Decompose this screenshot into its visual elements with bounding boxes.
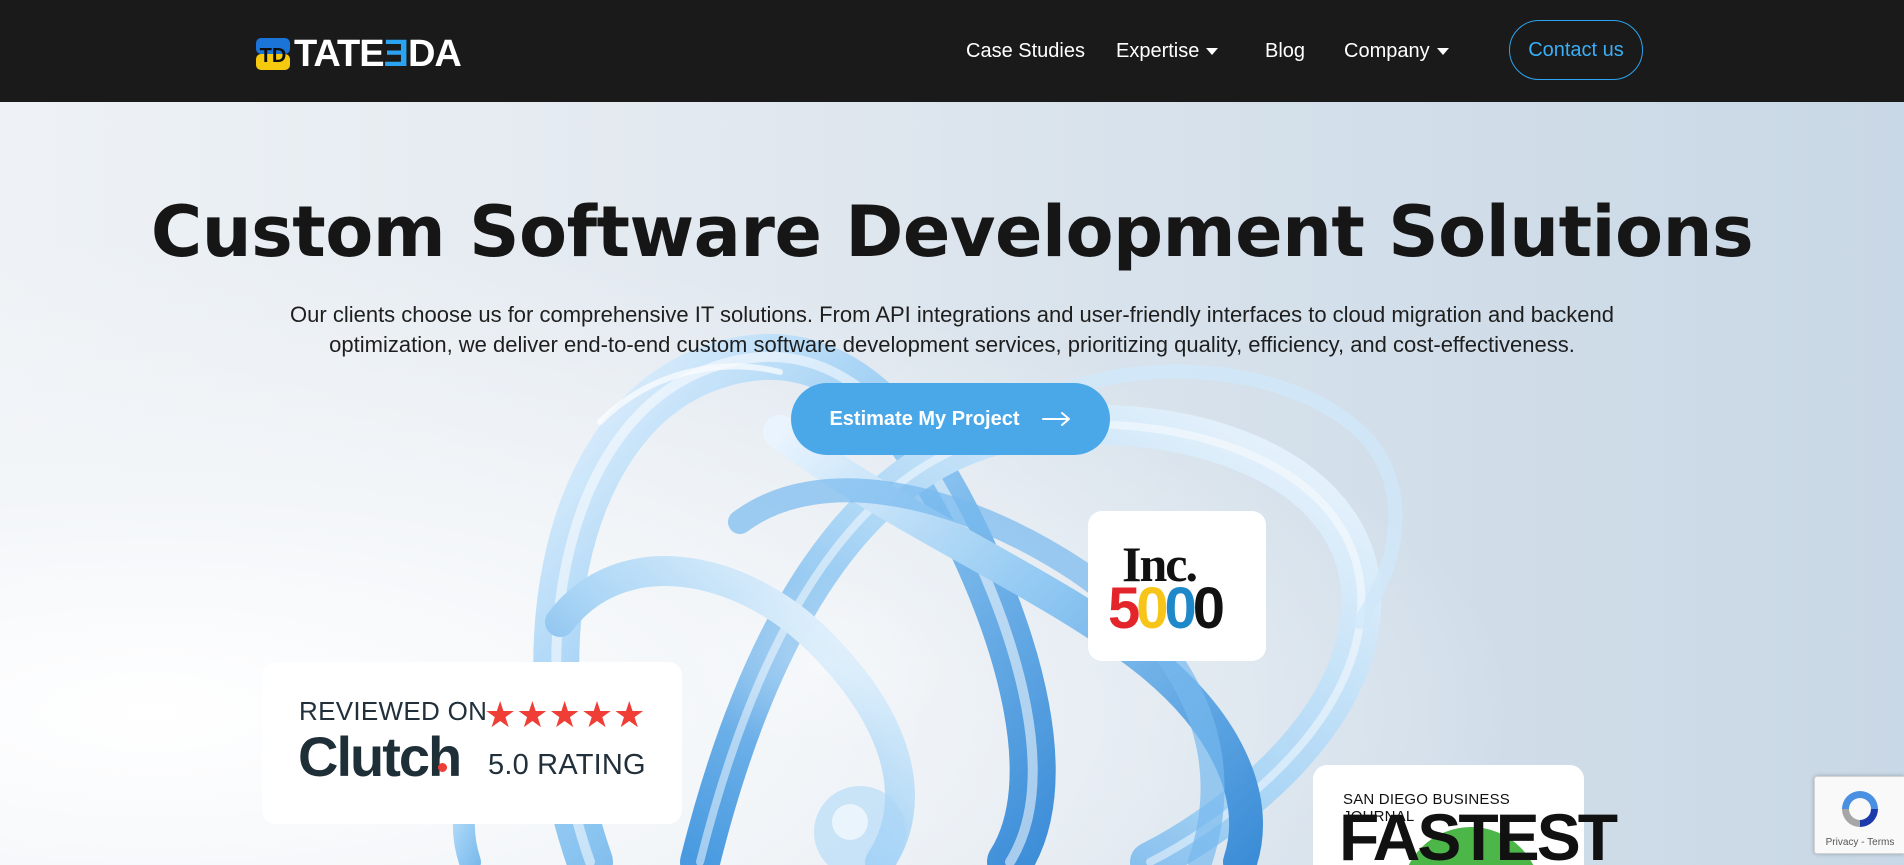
recaptcha-badge[interactable]: Privacy - Terms <box>1814 776 1904 854</box>
site-header: TD TATEƎDA Case Studies Expertise Blog C… <box>0 0 1904 102</box>
recaptcha-links[interactable]: Privacy - Terms <box>1815 837 1904 848</box>
contact-us-button[interactable]: Contact us <box>1509 20 1643 80</box>
clutch-rating-label: 5.0 RATING <box>488 749 646 781</box>
inc-5000-number: 5000 <box>1108 576 1225 641</box>
clutch-reviewed-label: REVIEWED ON <box>299 696 488 726</box>
logo-wordmark: TATEƎDA <box>294 33 462 75</box>
clutch-logo: Clutch <box>298 725 462 788</box>
caret-down-icon <box>1436 47 1449 55</box>
sdbj-fastest-label: FASTEST <box>1339 800 1618 865</box>
nav-company[interactable]: Company <box>1344 0 1449 102</box>
inc-5000-badge[interactable]: Inc. 5000 <box>1088 511 1266 661</box>
logo-mark-icon: TD <box>256 38 290 70</box>
hero-subtitle: Our clients choose us for comprehensive … <box>290 302 1614 357</box>
recaptcha-icon <box>1842 791 1878 827</box>
estimate-project-button[interactable]: Estimate My Project <box>791 383 1110 455</box>
star-icon: ★★★★★ <box>484 694 646 735</box>
hero-section: Custom Software Development Solutions Ou… <box>0 102 1904 865</box>
arrow-right-icon <box>1041 412 1070 426</box>
nav-expertise[interactable]: Expertise <box>1116 0 1219 102</box>
site-logo[interactable]: TD TATEƎDA <box>256 33 462 75</box>
caret-down-icon <box>1206 47 1219 55</box>
sdbj-fastest-badge[interactable]: SAN DIEGO BUSINESS JOURNAL FASTEST <box>1313 765 1618 865</box>
svg-text:TD: TD <box>260 45 287 67</box>
nav-blog[interactable]: Blog <box>1265 0 1305 102</box>
clutch-dot <box>438 763 447 772</box>
hero-title: Custom Software Development Solutions <box>150 191 1754 273</box>
nav-case-studies[interactable]: Case Studies <box>966 0 1085 102</box>
clutch-review-badge[interactable]: REVIEWED ON ★★★★★ Clutch 5.0 RATING <box>262 662 682 824</box>
